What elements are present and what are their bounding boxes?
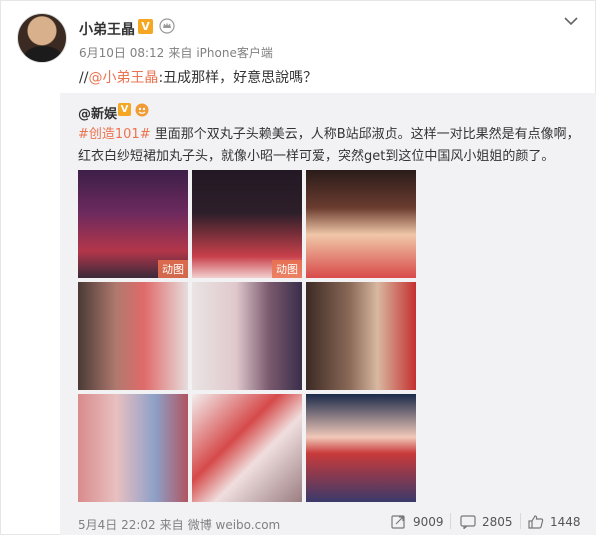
via-label: 来自 — [168, 46, 193, 60]
action-divider — [450, 513, 451, 529]
thumbs-up-icon — [528, 515, 544, 529]
mention-link[interactable]: @小弟王晶 — [88, 70, 158, 86]
quoted-author[interactable]: @新娱 — [78, 103, 117, 122]
chevron-down-icon[interactable] — [563, 15, 579, 27]
repost-icon — [391, 515, 405, 529]
action-divider — [520, 513, 521, 529]
quoted-meta: 5月4日 22:02 来自 微博 weibo.com — [78, 516, 284, 533]
image-thumb-7[interactable] — [78, 394, 188, 502]
post-date[interactable]: 6月10日 08:12 — [79, 46, 164, 60]
image-thumb-8[interactable] — [192, 394, 302, 502]
image-thumb-1[interactable]: 动图 — [78, 170, 188, 278]
image-thumb-6[interactable] — [306, 282, 416, 390]
quoted-date[interactable]: 5月4日 22:02 — [78, 518, 156, 532]
gif-badge: 动图 — [272, 260, 302, 278]
comment-count: 2805 — [482, 515, 513, 529]
image-thumb-5[interactable] — [192, 282, 302, 390]
fan-badge-icon[interactable] — [134, 102, 150, 117]
quoted-body: 里面那个双丸子头赖美云，人称B站邱淑贞。这样一对比果然是有点像啊，红衣白纱短裙加… — [78, 127, 580, 164]
avatar[interactable] — [17, 13, 67, 63]
comment-icon — [460, 515, 476, 529]
hashtag-link[interactable]: #创造101# — [78, 127, 151, 142]
repost-text: //@小弟王晶:丑成那样，好意思說嗎？ — [79, 67, 317, 87]
username[interactable]: 小弟王晶 — [79, 19, 135, 39]
weibo-post-card: 小弟王晶 V 6月10日 08:12 来自 iPhone客户端 //@小弟王晶:丑成… — [0, 0, 596, 535]
post-client[interactable]: iPhone客户端 — [196, 46, 273, 60]
repost-comment: :丑成那样，好意思說嗎？ — [158, 70, 318, 86]
quoted-via-label: 来自 — [159, 518, 184, 532]
quoted-vip-badge-icon[interactable]: V — [118, 103, 131, 116]
quoted-post: @新娱 V #创造101# 里面那个双丸子头赖美云，人称B站邱淑贞。这样一对比果… — [60, 93, 596, 535]
image-thumb-4[interactable] — [78, 282, 188, 390]
vip-badge-icon[interactable]: V — [138, 19, 153, 34]
like-count: 1448 — [550, 515, 581, 529]
crown-icon[interactable] — [159, 18, 175, 34]
post-meta: 6月10日 08:12 来自 iPhone客户端 — [79, 44, 277, 61]
image-thumb-2[interactable]: 动图 — [192, 170, 302, 278]
quoted-text: #创造101# 里面那个双丸子头赖美云，人称B站邱淑贞。这样一对比果然是有点像啊… — [78, 124, 588, 168]
avatar-shirt — [24, 46, 62, 62]
image-thumb-9[interactable] — [306, 394, 416, 502]
repost-count: 9009 — [413, 515, 444, 529]
image-thumb-3[interactable] — [306, 170, 416, 278]
quoted-footer: 5月4日 22:02 来自 微博 weibo.com 9009 2805 144… — [60, 503, 596, 535]
gif-badge: 动图 — [158, 260, 188, 278]
quoted-client[interactable]: 微博 weibo.com — [188, 518, 281, 532]
